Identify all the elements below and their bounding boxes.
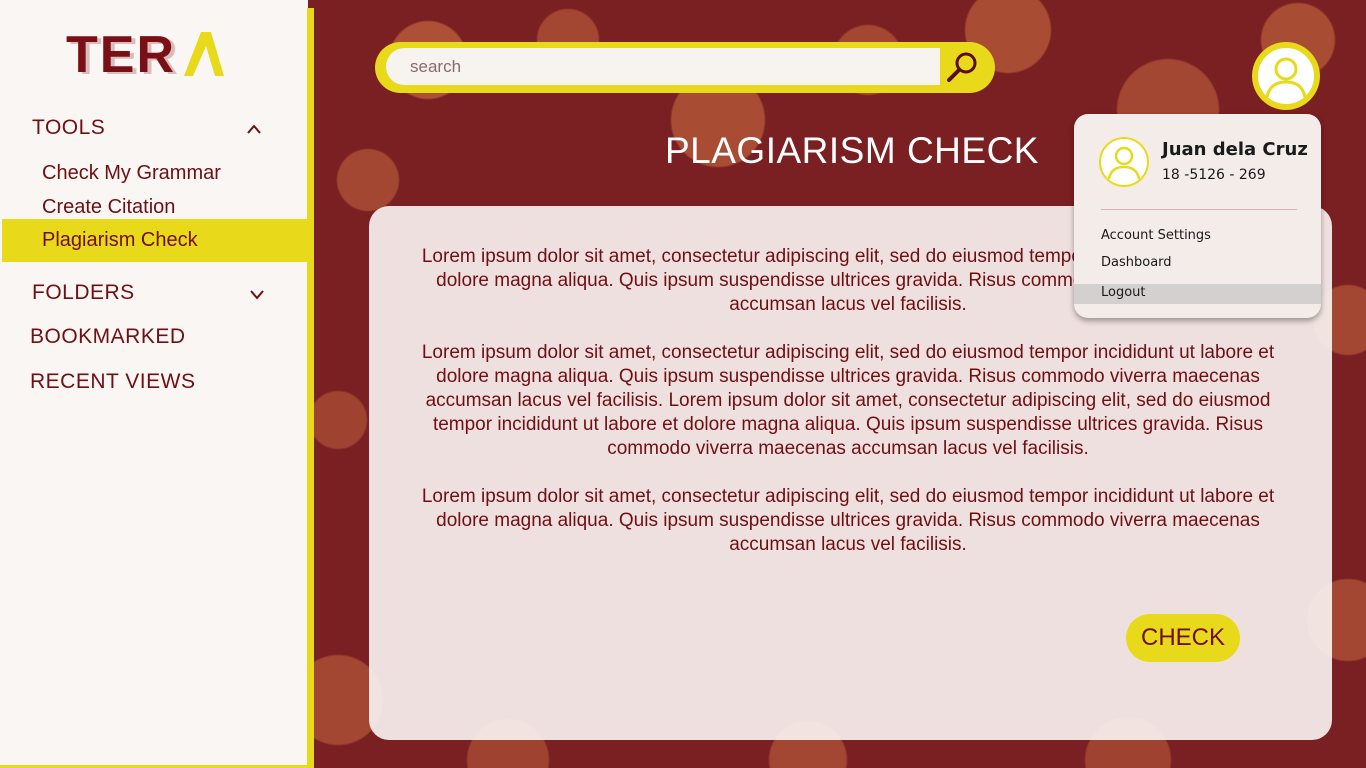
menu-item-logout[interactable]: Logout — [1101, 285, 1146, 300]
nav-section-tools[interactable]: TOOLS — [32, 116, 105, 140]
search-input[interactable] — [386, 48, 940, 85]
sidebar-item-check-my-grammar[interactable]: Check My Grammar — [42, 162, 221, 185]
user-icon — [1256, 46, 1316, 106]
text-paragraph-2: Lorem ipsum dolor sit amet, consectetur … — [421, 342, 1275, 459]
sidebar-item-plagiarism-check[interactable]: Plagiarism Check — [42, 229, 198, 252]
nav-section-recent-views[interactable]: RECENT VIEWS — [30, 370, 195, 394]
search-icon — [947, 52, 977, 82]
search-button[interactable] — [944, 48, 982, 85]
page-title: PLAGIARISM CHECK — [665, 130, 1039, 171]
sidebar-item-create-citation[interactable]: Create Citation — [42, 196, 175, 219]
nav-section-folders[interactable]: FOLDERS — [32, 281, 135, 305]
dropdown-avatar — [1098, 136, 1150, 188]
profile-avatar-button[interactable] — [1252, 42, 1320, 110]
logo-text: TER — [66, 26, 176, 84]
chevron-up-icon[interactable] — [244, 120, 264, 140]
logo-a-mark — [184, 32, 224, 76]
sidebar-border — [307, 8, 314, 768]
user-id: 18 -5126 - 269 — [1162, 167, 1266, 183]
chevron-down-icon[interactable] — [247, 284, 267, 304]
menu-item-dashboard[interactable]: Dashboard — [1101, 255, 1172, 270]
logo[interactable]: TER TER — [66, 26, 226, 84]
check-button[interactable]: CHECK — [1126, 614, 1240, 662]
dropdown-divider — [1101, 209, 1297, 210]
user-name: Juan dela Cruz — [1162, 139, 1308, 160]
text-paragraph-3: Lorem ipsum dolor sit amet, consectetur … — [421, 486, 1275, 555]
menu-item-account-settings[interactable]: Account Settings — [1101, 228, 1211, 243]
nav-section-bookmarked[interactable]: BOOKMARKED — [30, 325, 186, 349]
user-icon — [1099, 137, 1149, 187]
